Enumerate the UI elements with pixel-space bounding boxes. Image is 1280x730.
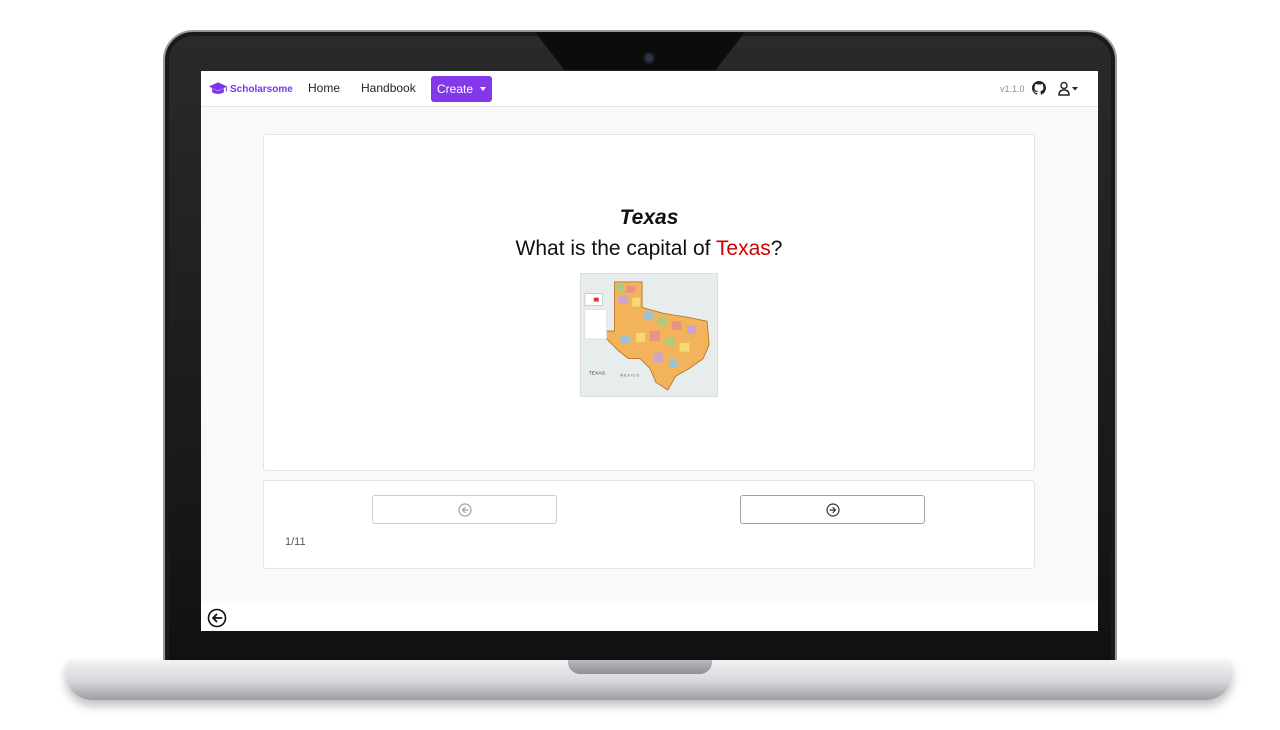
create-dropdown-button[interactable]: Create: [431, 76, 492, 102]
next-button[interactable]: [740, 495, 925, 524]
question-card: Texas What is the capital of Texas? TEXA…: [263, 134, 1035, 471]
navigation-card: 1/11: [263, 480, 1035, 569]
laptop-notch: [535, 32, 745, 70]
progress-counter: 1/11: [285, 536, 306, 548]
laptop-opening-notch: [568, 660, 712, 674]
nav-handbook-link[interactable]: Handbook: [361, 81, 416, 95]
question-prompt: What is the capital of Texas?: [264, 237, 1034, 261]
navbar: Scholarsome Home Handbook Create v1.1.0: [201, 71, 1098, 107]
caret-down-icon: [480, 87, 487, 91]
texas-map-image: TEXAS M E X I C O: [580, 273, 718, 397]
footer-bar: [201, 603, 1098, 631]
graduation-cap-icon: [208, 82, 228, 94]
brand-logo[interactable]: Scholarsome: [208, 79, 293, 99]
prompt-end: ?: [770, 237, 783, 260]
user-menu-icon[interactable]: [1058, 81, 1080, 96]
version-label: v1.1.0: [1000, 84, 1025, 94]
brand-name: Scholarsome: [230, 83, 293, 95]
back-arrow-icon[interactable]: [207, 608, 227, 628]
question-title: Texas: [619, 206, 679, 229]
webcam: [645, 54, 653, 62]
github-icon[interactable]: [1032, 81, 1046, 95]
arrow-right-circle-icon: [825, 502, 840, 517]
app-screen: Scholarsome Home Handbook Create v1.1.0 …: [201, 71, 1098, 631]
prompt-highlight: Texas: [715, 237, 771, 260]
create-label: Create: [436, 82, 474, 96]
svg-text:TEXAS: TEXAS: [589, 370, 606, 376]
arrow-left-circle-icon: [457, 502, 472, 517]
nav-home-link[interactable]: Home: [308, 81, 340, 95]
svg-text:M E X I C O: M E X I C O: [620, 373, 639, 377]
prompt-text: What is the capital of: [515, 237, 716, 260]
previous-button[interactable]: [372, 495, 557, 524]
